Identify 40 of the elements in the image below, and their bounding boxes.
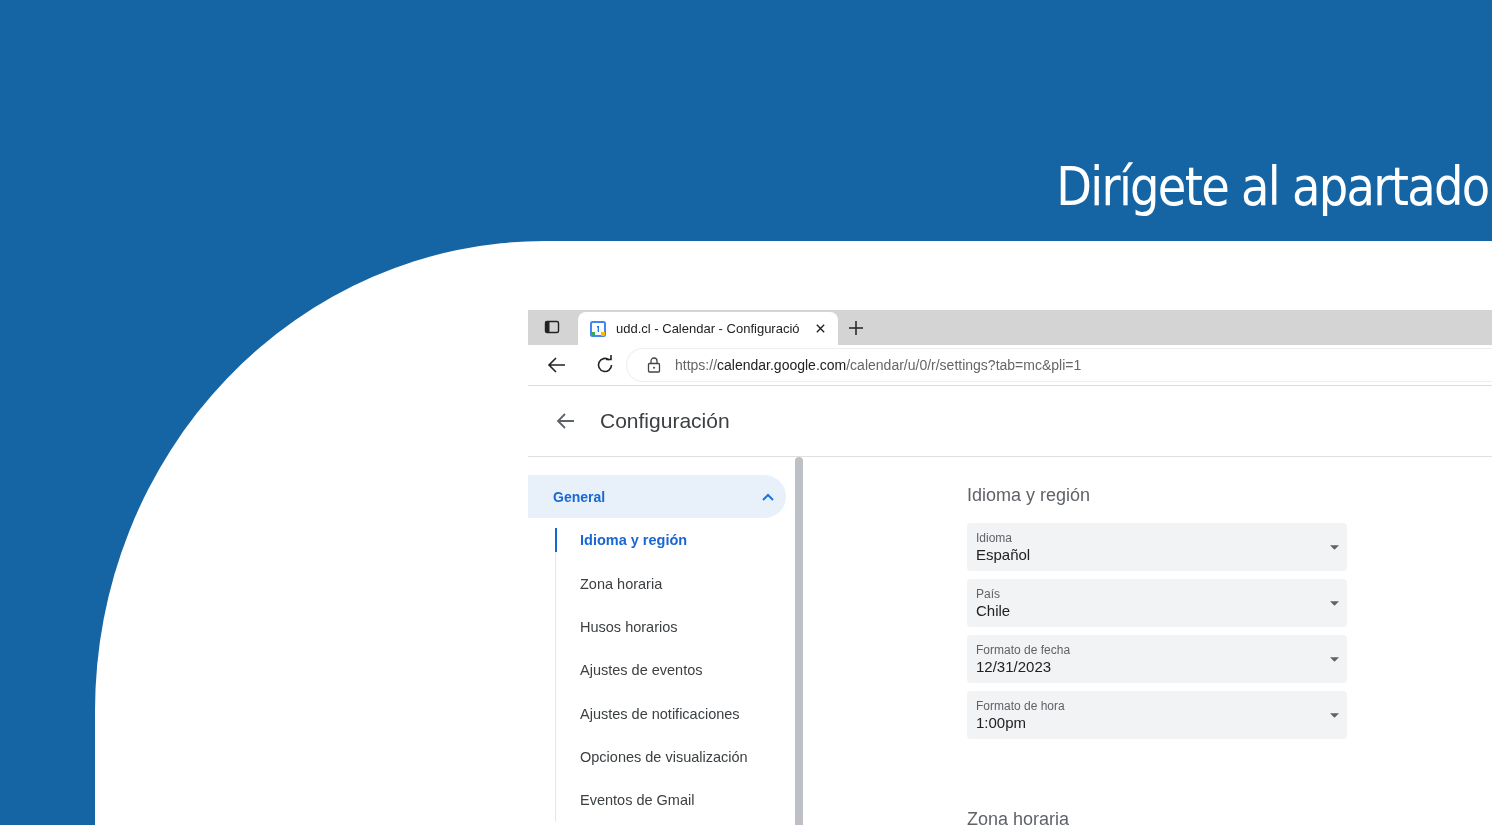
sidebar-item[interactable]: Idioma y región [555,528,786,552]
field-label: Idioma [976,531,1014,545]
sidebar-item[interactable]: Opciones de visualización [555,735,786,779]
sidebar-item[interactable]: Zona horaria [555,562,786,606]
caret-icon [1330,656,1339,662]
field-value: Chile [976,602,1011,619]
dropdown-field[interactable]: País Chile [967,579,1347,627]
dropdown-field[interactable]: Formato de fecha 12/31/2023 [967,635,1347,683]
new-tab-icon[interactable] [848,320,864,336]
caret-icon [1330,600,1339,606]
slide-title: Dirígete al apartado [1055,155,1488,218]
field-value: Español [976,546,1031,563]
sidebar-group[interactable]: General [528,475,786,518]
browser-tab[interactable]: udd.cl - Calendar - Configuració [578,312,838,345]
close-icon[interactable] [815,323,826,334]
dropdown-field[interactable]: Idioma Español [967,523,1347,571]
field-value: 12/31/2023 [976,658,1053,675]
scrollbar[interactable] [795,457,803,825]
back-arrow-icon[interactable] [556,411,576,431]
url-text: https://calendar.google.com/calendar/u/0/r/settings?tab=mc&pli=1 [675,357,1082,373]
section-title: Zona horaria [967,809,1071,825]
tab-actions-icon[interactable] [544,319,560,335]
section-title: Idioma y región [967,485,1092,506]
sidebar-item[interactable]: Eventos de Gmail [555,778,786,822]
tab-title: udd.cl - Calendar - Configuració [616,321,801,336]
calendar-icon [590,320,606,337]
field-label: País [976,587,1001,601]
sidebar-item[interactable]: Ajustes de eventos [555,648,786,692]
lock-icon [647,357,661,373]
back-arrow-icon[interactable] [547,355,567,375]
sidebar-item[interactable]: Husos horarios [555,605,786,649]
field-value: 1:00pm [976,714,1028,731]
caret-icon [1330,544,1339,550]
sidebar-item[interactable]: Ajustes de notificaciones [555,691,786,736]
caret-icon [1330,712,1339,718]
field-label: Formato de hora [976,699,1065,713]
page-title: Configuración [600,409,730,433]
reload-icon[interactable] [595,355,615,375]
dropdown-field[interactable]: Formato de hora 1:00pm [967,691,1347,739]
field-label: Formato de fecha [976,643,1071,657]
